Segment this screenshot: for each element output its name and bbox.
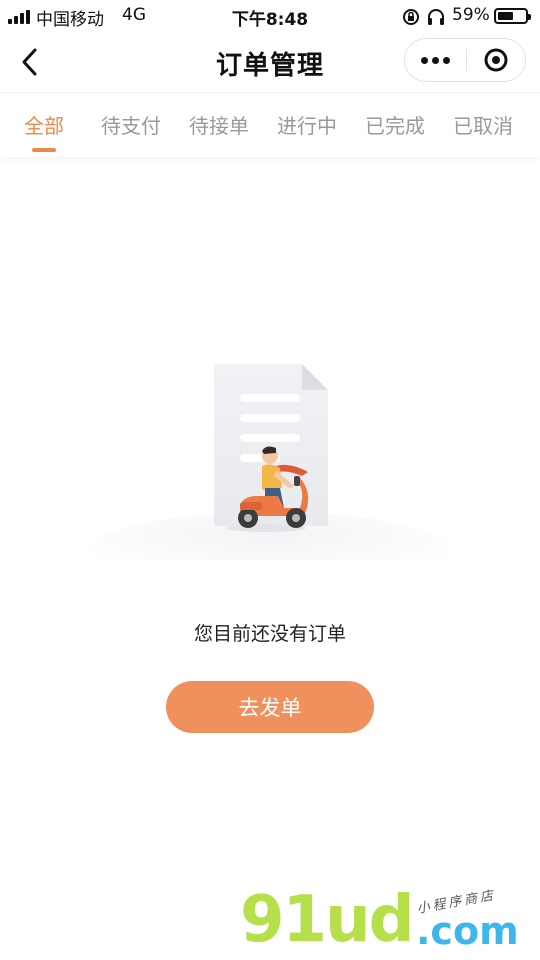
tab-in-progress[interactable]: 进行中 bbox=[270, 93, 344, 155]
empty-state-message: 您目前还没有订单 bbox=[193, 623, 346, 645]
navigation-bar: 订单管理 bbox=[0, 34, 540, 90]
empty-orders-illustration bbox=[90, 364, 450, 560]
battery-percentage: 59% bbox=[452, 5, 490, 25]
headphone-icon bbox=[428, 9, 444, 25]
tab-pending-payment[interactable]: 待支付 bbox=[94, 93, 168, 155]
miniprogram-capsule bbox=[404, 38, 526, 82]
create-order-button[interactable]: 去发单 bbox=[166, 681, 374, 733]
watermark-domain: .com bbox=[416, 909, 519, 953]
target-circle-icon bbox=[484, 48, 508, 72]
tab-cancelled[interactable]: 已取消 bbox=[446, 93, 520, 155]
rotation-lock-icon bbox=[403, 9, 419, 25]
order-status-tabs: 全部 待支付 待接单 进行中 已完成 已取消 bbox=[0, 92, 540, 157]
status-bar: 中国移动 4G 下午8:48 59% bbox=[0, 0, 540, 34]
exit-miniprogram-button[interactable] bbox=[467, 39, 525, 81]
watermark-logo: 91ud 小程序商店 .com bbox=[240, 885, 540, 960]
watermark-brand: 91ud bbox=[240, 883, 414, 957]
battery-icon bbox=[494, 8, 531, 24]
more-options-button[interactable] bbox=[405, 39, 465, 81]
tab-all[interactable]: 全部 bbox=[12, 93, 76, 155]
tab-pending-acceptance[interactable]: 待接单 bbox=[182, 93, 256, 155]
active-tab-indicator bbox=[32, 148, 56, 152]
tab-completed[interactable]: 已完成 bbox=[358, 93, 432, 155]
more-dots-icon bbox=[420, 56, 428, 64]
